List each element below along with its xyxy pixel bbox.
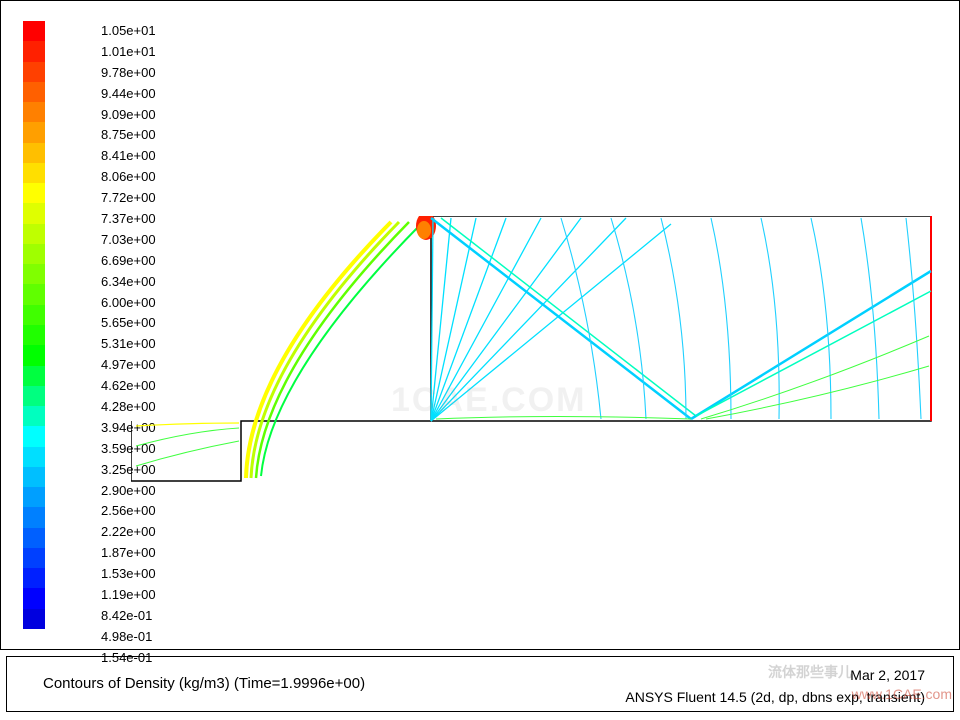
- plot-frame: 1.05e+011.01e+019.78e+009.44e+009.09e+00…: [0, 0, 960, 650]
- watermark-url: www.1CAE.com: [852, 686, 952, 702]
- contour-plot: [131, 216, 941, 486]
- watermark-cjk: 流体那些事儿: [768, 662, 852, 682]
- watermark-center: 1CAE.COM: [391, 381, 586, 420]
- legend-colorbar: [23, 21, 45, 629]
- contour-svg: [131, 216, 941, 486]
- caption-date: Mar 2, 2017: [850, 667, 925, 683]
- caption-title: Contours of Density (kg/m3) (Time=1.9996…: [43, 675, 365, 692]
